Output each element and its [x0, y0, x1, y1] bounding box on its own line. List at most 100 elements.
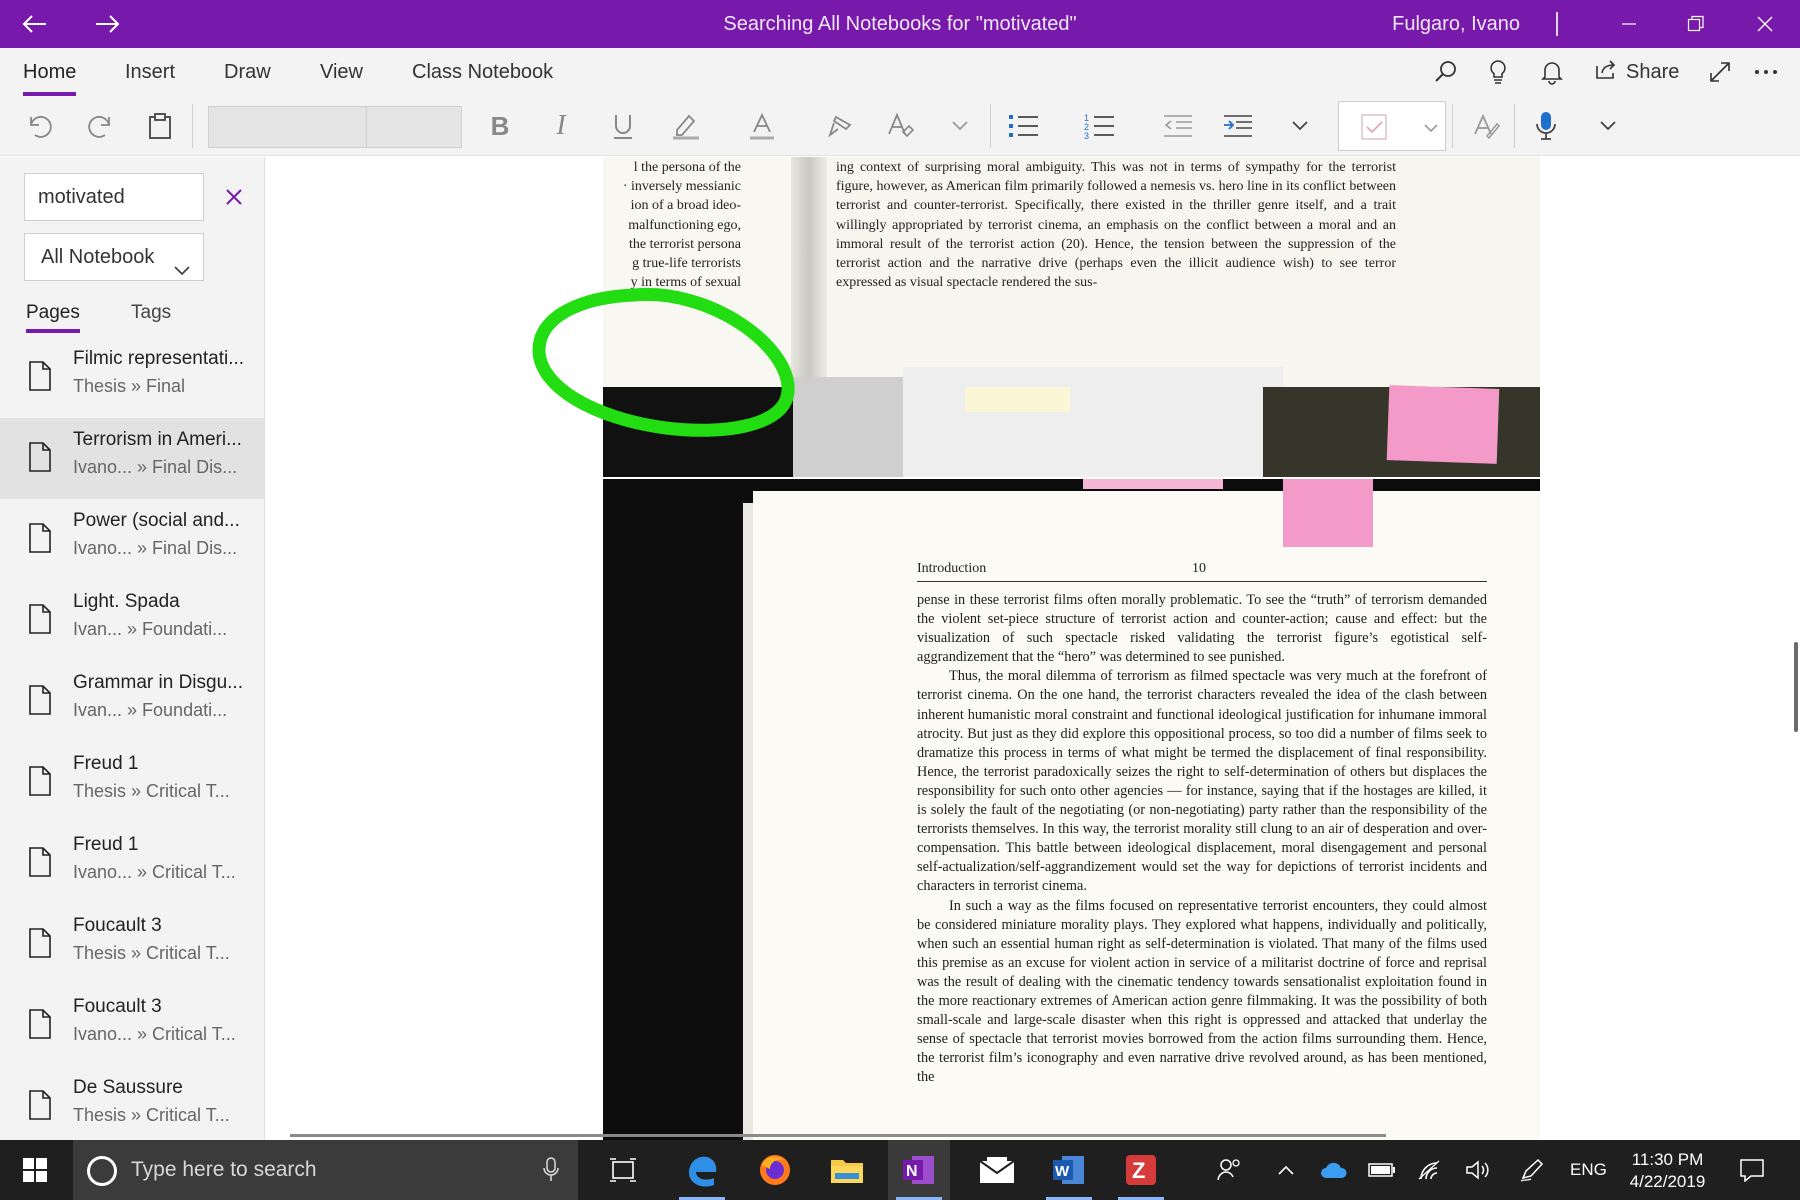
font-size-box[interactable]	[366, 106, 462, 148]
format-painter-icon[interactable]	[818, 96, 862, 156]
scanned-image-top[interactable]: l the persona of the · inversely messian…	[603, 157, 1540, 477]
search-result-item[interactable]: Foucault 3 Thesis » Critical T...	[0, 904, 264, 985]
windows-start-icon[interactable]	[0, 1140, 70, 1200]
italic-icon[interactable]: I	[541, 96, 581, 156]
tab-tags[interactable]: Tags	[131, 297, 171, 337]
firefox-icon[interactable]	[744, 1140, 806, 1200]
tag-chevron-icon[interactable]	[1423, 120, 1439, 138]
more-icon[interactable]	[1746, 48, 1786, 96]
tab-view[interactable]: View	[320, 48, 363, 96]
back-arrow-icon[interactable]	[5, 0, 65, 48]
battery-icon[interactable]	[1362, 1140, 1402, 1200]
taskbar-search-box[interactable]: Type here to search	[73, 1140, 578, 1200]
search-scope-dropdown[interactable]: All Notebook	[24, 233, 204, 281]
clear-formatting-icon[interactable]	[878, 96, 922, 156]
outdent-icon[interactable]	[1156, 96, 1200, 156]
search-results-list: Filmic representati... Thesis » Final Terr…	[0, 337, 264, 1140]
clock-date: 4/22/2019	[1629, 1172, 1706, 1191]
vertical-scrollbar[interactable]	[1794, 642, 1798, 732]
result-path: Ivan... » Foundati...	[73, 619, 228, 639]
task-view-icon[interactable]	[592, 1140, 654, 1200]
chevron-up-icon[interactable]	[1266, 1140, 1306, 1200]
book-body-text: pense in these terrorist films often mor…	[917, 591, 1487, 1087]
tab-insert[interactable]: Insert	[125, 48, 175, 96]
user-name[interactable]: Fulgaro, Ivano	[1340, 0, 1520, 48]
close-icon[interactable]	[1730, 0, 1800, 48]
chevron-down-icon[interactable]	[940, 96, 980, 156]
tab-class-notebook[interactable]: Class Notebook	[412, 48, 553, 96]
close-icon[interactable]	[218, 181, 250, 213]
word-icon[interactable]: W	[1038, 1140, 1100, 1200]
page-edge	[903, 367, 1283, 477]
indent-icon[interactable]	[1216, 96, 1260, 156]
highlight-icon[interactable]	[664, 96, 708, 156]
forward-arrow-icon[interactable]	[77, 0, 137, 48]
toolbar-separator	[1514, 104, 1515, 148]
people-icon[interactable]	[1210, 1140, 1250, 1200]
title-separator	[1556, 12, 1558, 36]
redo-icon[interactable]	[80, 96, 120, 156]
paragraph: pense in these terrorist films often mor…	[917, 592, 1487, 666]
search-result-item[interactable]: Freud 1 Ivano... » Critical T...	[0, 823, 264, 904]
language-indicator[interactable]: ENG	[1570, 1140, 1607, 1200]
onenote-icon[interactable]: N	[888, 1140, 950, 1200]
bold-icon[interactable]: B	[480, 96, 520, 156]
search-result-item[interactable]: Power (social and... Ivano... » Final Dis…	[0, 499, 264, 580]
wifi-icon[interactable]	[1410, 1140, 1450, 1200]
tab-pages[interactable]: Pages	[26, 297, 80, 337]
file-explorer-icon[interactable]	[816, 1140, 878, 1200]
font-name-box[interactable]	[208, 106, 368, 148]
lightbulb-icon[interactable]	[1480, 48, 1516, 96]
page-icon	[28, 361, 52, 396]
result-title: Terrorism in Ameri...	[73, 429, 242, 450]
notifications-icon[interactable]	[1730, 1140, 1774, 1200]
pink-tab	[1083, 479, 1223, 489]
page-icon	[28, 1009, 52, 1044]
ink-to-text-icon[interactable]	[1464, 96, 1508, 156]
underline-icon[interactable]	[603, 96, 643, 156]
pen-icon[interactable]	[1512, 1140, 1552, 1200]
search-input[interactable]: motivated	[24, 173, 204, 221]
scanned-image-bottom[interactable]: Introduction 10 pense in these terrorist…	[603, 479, 1540, 1140]
edge-icon[interactable]	[671, 1140, 733, 1200]
ribbon-toolbar: B I 123	[0, 96, 1800, 156]
restore-icon[interactable]	[1661, 0, 1731, 48]
page-canvas[interactable]: l the persona of the · inversely messian…	[266, 157, 1800, 1140]
zotero-icon[interactable]: Z	[1110, 1140, 1172, 1200]
fullscreen-icon[interactable]	[1700, 48, 1740, 96]
result-title: Light. Spada	[73, 591, 180, 612]
dictate-mic-icon[interactable]	[1524, 96, 1568, 156]
clipboard-icon[interactable]	[140, 96, 180, 156]
todo-tag-icon[interactable]	[1361, 114, 1389, 145]
tag-gallery[interactable]	[1338, 101, 1446, 151]
search-result-item[interactable]: Foucault 3 Ivano... » Critical T...	[0, 985, 264, 1066]
tab-home[interactable]: Home	[23, 48, 77, 96]
yellow-highlight	[965, 387, 1070, 412]
mail-icon[interactable]	[966, 1140, 1028, 1200]
result-title: Foucault 3	[73, 996, 162, 1017]
volume-icon[interactable]	[1458, 1140, 1498, 1200]
search-result-item[interactable]: Light. Spada Ivan... » Foundati...	[0, 580, 264, 661]
font-color-icon[interactable]	[740, 96, 784, 156]
undo-icon[interactable]	[20, 96, 60, 156]
microphone-icon[interactable]	[543, 1157, 559, 1188]
minimize-icon[interactable]	[1594, 0, 1664, 48]
bullets-icon[interactable]	[1002, 96, 1046, 156]
search-result-item[interactable]: Filmic representati... Thesis » Final	[0, 337, 264, 418]
onedrive-icon[interactable]	[1314, 1140, 1354, 1200]
search-result-item[interactable]: Terrorism in Ameri... Ivano... » Final Di…	[0, 418, 264, 499]
result-path: Thesis » Critical T...	[73, 781, 230, 801]
system-clock[interactable]: 11:30 PM 4/22/2019	[1620, 1149, 1715, 1193]
search-result-item[interactable]: Grammar in Disgu... Ivan... » Foundati...	[0, 661, 264, 742]
svg-text:N: N	[906, 1163, 918, 1180]
search-result-item[interactable]: Freud 1 Thesis » Critical T...	[0, 742, 264, 823]
share-button[interactable]: Share	[1594, 48, 1679, 96]
chevron-down-icon[interactable]	[1280, 96, 1320, 156]
horizontal-scrollbar[interactable]	[290, 1134, 1386, 1137]
numbering-icon[interactable]: 123	[1078, 96, 1122, 156]
search-result-item[interactable]: De Saussure Thesis » Critical T...	[0, 1066, 264, 1140]
chevron-down-icon[interactable]	[1588, 96, 1628, 156]
search-icon[interactable]	[1428, 48, 1464, 96]
bell-icon[interactable]	[1534, 48, 1570, 96]
tab-draw[interactable]: Draw	[224, 48, 271, 96]
